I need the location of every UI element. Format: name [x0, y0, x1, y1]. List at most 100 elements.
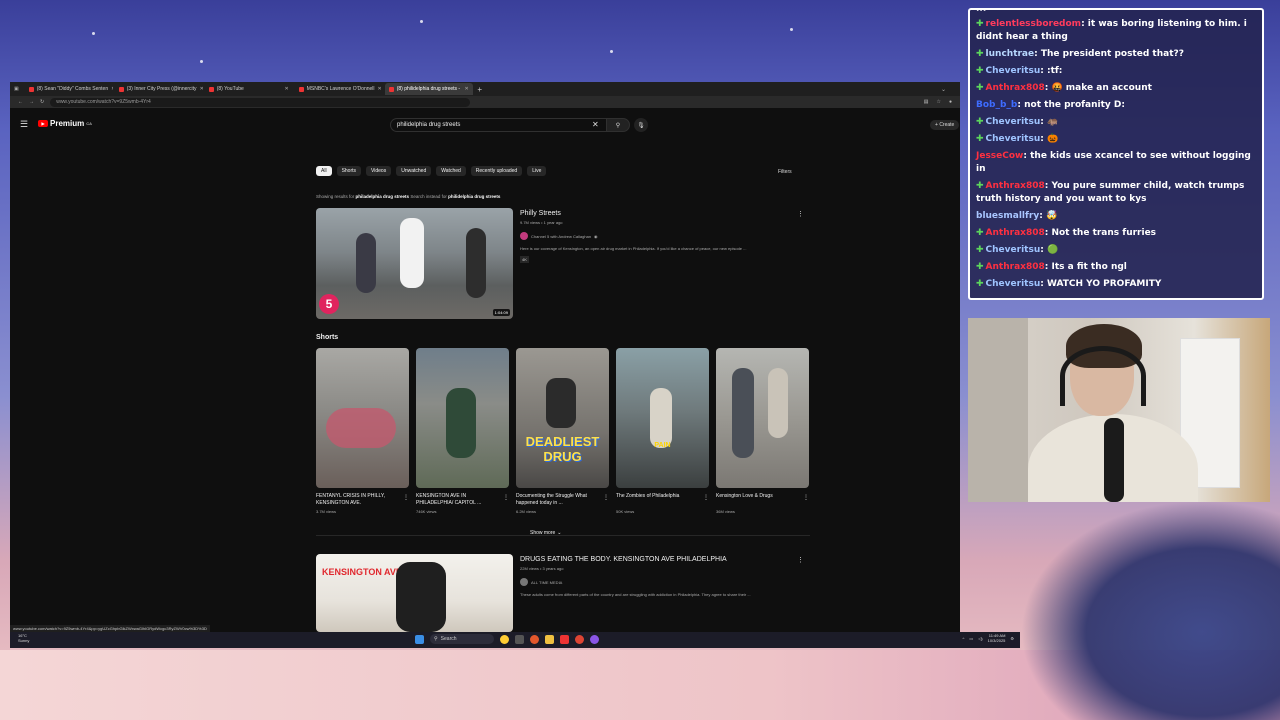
chat-username[interactable]: Anthrax808	[986, 228, 1045, 238]
firefox-icon[interactable]	[530, 634, 539, 644]
chat-username[interactable]: Bob_b_b	[976, 100, 1017, 110]
hamburger-menu-icon[interactable]: ☰	[20, 119, 28, 130]
chat-username[interactable]: Cheveritsu	[986, 134, 1041, 144]
channel-name[interactable]: ALL TIME MEDIA	[531, 580, 562, 585]
reload-icon[interactable]: ↻	[40, 99, 44, 105]
browser-tab[interactable]: (8) Sean "Diddy" Combs Senten✕	[25, 83, 113, 95]
more-options-icon[interactable]: ⋮	[603, 494, 609, 501]
chat-username[interactable]: Anthrax808	[986, 83, 1045, 93]
short-thumbnail[interactable]	[316, 348, 409, 488]
chip-unwatched[interactable]: Unwatched	[396, 166, 432, 176]
app-icon[interactable]	[590, 634, 599, 644]
clock[interactable]: 11:49 AM 10/3/2025	[988, 633, 1006, 644]
chat-username[interactable]: Cheveritsu	[986, 245, 1041, 255]
chat-username[interactable]: relentlessboredom	[986, 19, 1082, 29]
create-button[interactable]: + Create	[930, 120, 960, 130]
original-query-link[interactable]: philidelphia drug streets	[448, 194, 500, 199]
video-title[interactable]: Philly Streets	[520, 210, 561, 217]
chip-videos[interactable]: Videos	[366, 166, 392, 176]
windows-start-icon[interactable]	[415, 634, 424, 644]
browser-tab[interactable]: (8) YouTube ✕	[205, 83, 293, 95]
chat-username[interactable]: Cheveritsu	[986, 66, 1041, 76]
filters-button[interactable]: Filters	[778, 169, 792, 175]
more-options-icon[interactable]: ⋮	[797, 210, 804, 218]
close-tab-icon[interactable]: ✕	[285, 86, 289, 92]
sun-icon[interactable]	[500, 634, 509, 644]
voice-search-icon[interactable]: 🎙	[634, 118, 648, 132]
url-field[interactable]: www.youtube.com/watch?v=9Z5wmb-4Yr4	[50, 97, 471, 107]
corrected-query-link[interactable]: philadelphia drug streets	[356, 194, 410, 199]
chat-username[interactable]: bluesmallfry	[976, 211, 1039, 221]
short-title[interactable]: Documenting the Struggle What happened t…	[516, 493, 600, 507]
file-explorer-icon[interactable]	[545, 634, 554, 644]
video-title[interactable]: DRUGS EATING THE BODY. KENSINGTON AVE PH…	[520, 556, 727, 563]
close-tab-icon[interactable]: ✕	[465, 86, 469, 92]
channel-row[interactable]: ALL TIME MEDIA	[520, 578, 562, 586]
network-icon[interactable]: ▭	[969, 636, 973, 641]
youtube-logo[interactable]: ▶ Premium CA	[38, 119, 92, 128]
video-thumbnail[interactable]: 5 1:04:09	[316, 208, 513, 319]
chat-username[interactable]: Anthrax808	[986, 262, 1045, 272]
video-thumbnail[interactable]: KENSINGTON AVE	[316, 554, 513, 632]
more-options-icon[interactable]: ⋮	[803, 494, 809, 501]
search-button[interactable]: ⚲	[606, 118, 630, 132]
task-view-icon[interactable]	[515, 634, 524, 644]
chat-username[interactable]: Cheveritsu	[986, 117, 1041, 127]
channel-name[interactable]: Channel 5 with Andrew Callaghan	[531, 234, 591, 239]
chrome-icon[interactable]	[575, 634, 584, 644]
chat-username[interactable]: Cheveritsu	[986, 279, 1041, 289]
weather-widget[interactable]: 16°C Sunny	[18, 633, 29, 644]
chevron-up-icon[interactable]: ^	[963, 636, 965, 641]
show-more-button[interactable]: Show more ⌄	[530, 530, 562, 536]
short-title[interactable]: Kensington Love & Drugs	[716, 493, 800, 507]
chat-username[interactable]: lunchtrae	[986, 49, 1035, 59]
avatar[interactable]	[520, 578, 528, 586]
profile-icon[interactable]: ●	[949, 99, 952, 105]
short-card[interactable]: Kensington Love & Drugs 36M views ⋮	[716, 348, 809, 514]
close-tab-icon[interactable]: ✕	[200, 86, 203, 92]
channel-row[interactable]: Channel 5 with Andrew Callaghan ◉	[520, 232, 598, 240]
chip-recently-uploaded[interactable]: Recently uploaded	[470, 166, 523, 176]
avatar[interactable]	[520, 232, 528, 240]
extensions-icon[interactable]: ▤	[924, 99, 929, 105]
bookmark-star-icon[interactable]: ☆	[936, 99, 940, 105]
chip-all[interactable]: All	[316, 166, 332, 176]
close-tab-icon[interactable]: ✕	[378, 86, 382, 92]
short-thumbnail[interactable]: DEADLIEST DRUG	[516, 348, 609, 488]
short-card[interactable]: DEADLIEST DRUG Documenting the Struggle …	[516, 348, 609, 514]
short-card[interactable]: KENSINGTON AVE IN PHILADELPHIA/ CAPITOL …	[416, 348, 509, 514]
clear-search-icon[interactable]: ✕	[592, 120, 599, 129]
short-thumbnail[interactable]	[716, 348, 809, 488]
video-result[interactable]: KENSINGTON AVE DRUGS EATING THE BODY. KE…	[316, 554, 810, 632]
chip-shorts[interactable]: Shorts	[336, 166, 362, 176]
chevron-down-icon[interactable]: ⌄	[941, 86, 946, 93]
search-input[interactable]: philidelphia drug streets	[390, 118, 606, 132]
more-options-icon[interactable]: ⋮	[797, 556, 804, 564]
more-options-icon[interactable]: ⋮	[503, 494, 509, 501]
more-options-icon[interactable]: ⋮	[403, 494, 409, 501]
new-tab-icon[interactable]: +	[475, 85, 485, 94]
browser-tab-active[interactable]: (8) philidelphia drug streets - ✕	[384, 83, 473, 95]
chip-live[interactable]: Live	[527, 166, 547, 176]
chip-watched[interactable]: Watched	[436, 166, 466, 176]
more-options-icon[interactable]: ⋮	[703, 494, 709, 501]
short-card[interactable]: FENTANYL CRISIS IN PHILLY, KENSINGTON AV…	[316, 348, 409, 514]
taskbar-search[interactable]: ⚲ Search	[430, 634, 494, 644]
chat-username[interactable]: Anthrax808	[986, 181, 1045, 191]
short-title[interactable]: KENSINGTON AVE IN PHILADELPHIA/ CAPITOL …	[416, 493, 500, 507]
tab-list-icon[interactable]: ▣	[14, 86, 19, 92]
short-thumbnail[interactable]: PAIN	[616, 348, 709, 488]
notifications-icon[interactable]: ⚙	[1010, 636, 1014, 641]
forward-icon[interactable]: →	[29, 99, 34, 105]
app-icon[interactable]	[560, 634, 569, 644]
browser-tab[interactable]: MSNBC's Lawrence O'Donnell ✕	[295, 83, 383, 95]
video-result[interactable]: 5 1:04:09 Philly Streets 9.7M views • 1 …	[316, 208, 810, 319]
short-title[interactable]: The Zombies of Philadelphia	[616, 493, 700, 507]
browser-tab[interactable]: (3) Inner City Press (@innercity ✕	[115, 83, 203, 95]
close-tab-icon[interactable]: ✕	[111, 86, 113, 92]
volume-icon[interactable]: ◁)	[978, 636, 982, 641]
short-title[interactable]: FENTANYL CRISIS IN PHILLY, KENSINGTON AV…	[316, 493, 400, 507]
back-icon[interactable]: ←	[18, 99, 23, 105]
chat-username[interactable]: JesseCow	[976, 151, 1023, 161]
short-thumbnail[interactable]	[416, 348, 509, 488]
